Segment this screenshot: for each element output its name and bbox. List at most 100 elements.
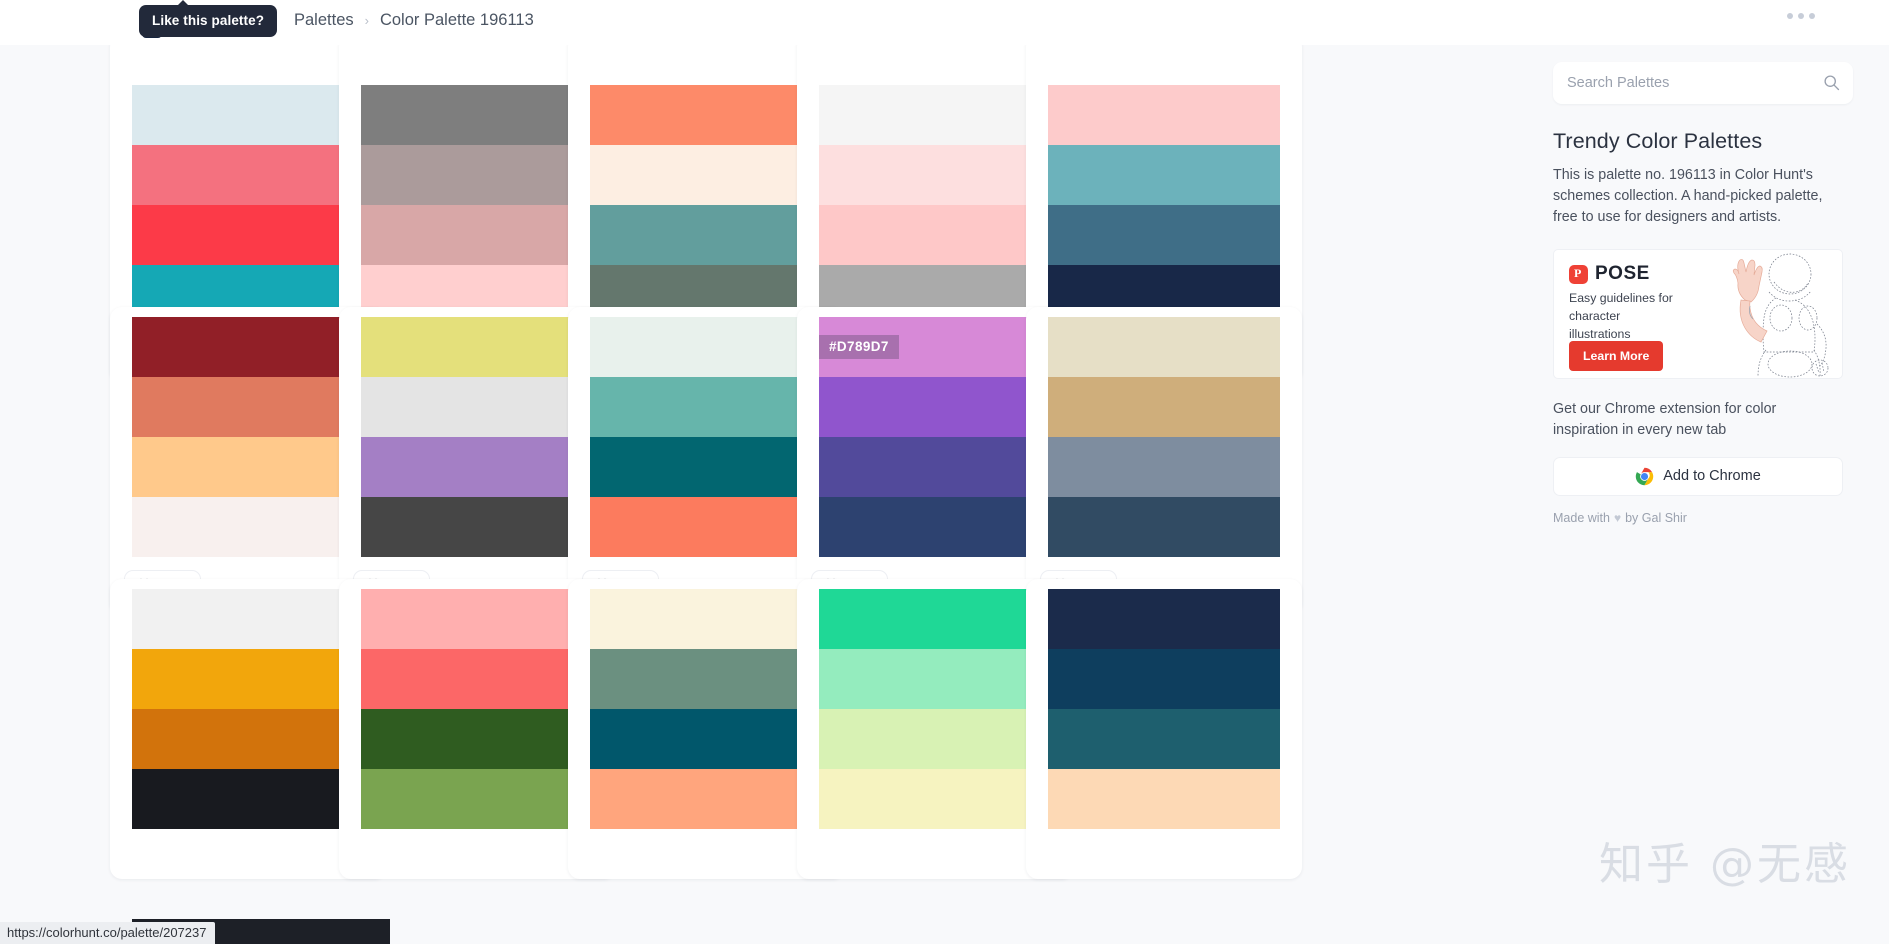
color-swatch[interactable] [361,205,593,265]
palette-swatches [1048,307,1280,557]
color-swatch[interactable] [361,649,593,709]
palette-card[interactable]: 6131 week [1026,307,1302,614]
color-swatch[interactable] [132,709,364,769]
color-swatch[interactable] [1048,589,1280,649]
color-swatch[interactable] [590,145,822,205]
color-swatch[interactable] [819,145,1051,205]
color-swatch[interactable] [590,317,822,377]
color-swatch[interactable] [590,769,822,829]
status-bar-url: https://colorhunt.co/palette/207237 [0,922,216,944]
color-swatch[interactable] [132,497,364,557]
color-swatch[interactable] [590,85,822,145]
pose-logo-icon [1569,264,1588,284]
color-swatch[interactable] [1048,497,1280,557]
breadcrumb-separator-icon: › [364,13,369,28]
palette-swatches [132,307,364,557]
page-root: Like this palette? Palettes › Color Pale… [0,0,1889,944]
color-swatch[interactable] [590,205,822,265]
chrome-extension-text: Get our Chrome extension for color inspi… [1553,401,1777,439]
color-swatch[interactable] [590,497,822,557]
color-swatch[interactable] [132,769,364,829]
color-swatch[interactable] [819,649,1051,709]
add-to-chrome-button[interactable]: Add to Chrome [1553,456,1843,496]
color-swatch[interactable] [361,317,593,377]
search-input[interactable] [1553,62,1853,104]
color-swatch[interactable] [590,437,822,497]
more-horizontal-icon[interactable] [1787,13,1815,19]
color-swatch[interactable] [361,769,593,829]
palette-swatches [361,579,593,829]
color-swatch[interactable] [1048,145,1280,205]
made-with-credit: Made with ♥ by Gal Shir [1553,511,1853,525]
color-swatch[interactable] [361,497,593,557]
pose-ad-copy: Easy guidelines for character illustrati… [1569,291,1673,341]
color-swatch[interactable] [819,497,1051,557]
palette-swatches [1048,35,1280,325]
color-swatch[interactable] [132,437,364,497]
color-swatch[interactable] [132,589,364,649]
search-palettes-box[interactable] [1553,62,1853,104]
palette-swatches [590,35,822,325]
color-swatch[interactable] [819,85,1051,145]
palette-swatches [132,579,364,829]
color-swatch[interactable] [361,377,593,437]
palette-swatches [361,307,593,557]
palette-swatches: #D789D7 [819,307,1051,557]
color-swatch[interactable] [1048,377,1280,437]
page-title: Trendy Color Palettes [1553,129,1763,153]
breadcrumb-palettes-link[interactable]: Palettes [294,11,354,30]
pose-ad-name: POSE [1595,263,1650,285]
color-swatch[interactable] [1048,205,1280,265]
color-swatch[interactable] [590,589,822,649]
palette-swatches [590,307,822,557]
search-icon[interactable] [1823,74,1840,91]
palette-card[interactable] [1026,579,1302,879]
palette-swatches [132,35,364,325]
zhihu-watermark: 知乎 @无感 [1599,839,1851,890]
palette-swatches [1048,579,1280,829]
color-swatch[interactable] [361,437,593,497]
made-with-prefix: Made with [1553,510,1610,525]
color-swatch[interactable] [361,589,593,649]
color-swatch[interactable] [132,205,364,265]
color-swatch[interactable] [590,377,822,437]
palette-swatches [819,579,1051,829]
color-swatch[interactable] [590,649,822,709]
learn-more-button[interactable]: Learn More [1569,341,1664,372]
add-to-chrome-label: Add to Chrome [1663,468,1761,485]
color-swatch[interactable] [132,649,364,709]
color-swatch[interactable] [132,377,364,437]
palette-grid: 83Today210Yesterday3732 days4803 days511… [0,35,1520,944]
color-swatch[interactable] [819,377,1051,437]
color-swatch[interactable] [1048,769,1280,829]
color-swatch[interactable] [1048,709,1280,769]
color-swatch[interactable] [1048,85,1280,145]
color-swatch[interactable] [819,709,1051,769]
color-swatch[interactable] [361,709,593,769]
pose-mannequin-illustration [1732,254,1829,378]
palette-swatches [819,35,1051,325]
color-swatch[interactable] [361,85,593,145]
color-swatch[interactable] [361,145,593,205]
heart-icon-small: ♥ [1613,510,1622,525]
like-palette-tooltip: Like this palette? [139,0,278,37]
palette-swatches [590,579,822,829]
color-swatch[interactable] [819,205,1051,265]
color-swatch[interactable] [132,317,364,377]
top-header: Like this palette? Palettes › Color Pale… [0,0,1889,45]
color-swatch[interactable] [1048,649,1280,709]
pose-ad-brand: POSE [1569,263,1650,285]
color-swatch[interactable] [1048,437,1280,497]
pose-ad-banner[interactable]: POSE Easy guidelines for character illus… [1553,249,1843,380]
color-swatch[interactable] [1048,317,1280,377]
palette-swatches [361,35,593,325]
color-swatch[interactable] [819,589,1051,649]
color-swatch[interactable]: #D789D7 [819,317,1051,377]
breadcrumb-current: Color Palette 196113 [379,11,534,29]
color-swatch[interactable] [590,709,822,769]
color-swatch[interactable] [819,769,1051,829]
color-swatch[interactable] [132,145,364,205]
breadcrumb: Palettes › Color Palette 196113 [294,11,534,30]
color-swatch[interactable] [819,437,1051,497]
color-swatch[interactable] [132,85,364,145]
